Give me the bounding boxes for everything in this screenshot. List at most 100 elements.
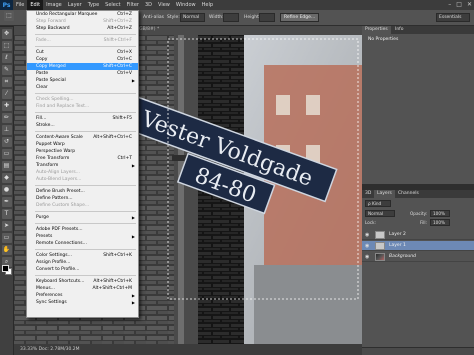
menu-item-shortcut: Alt+Shift+Ctrl+K (93, 279, 132, 284)
refine-edge-button[interactable]: Refine Edge... (280, 13, 320, 22)
shape-tool-icon[interactable]: ▭ (1, 233, 12, 243)
fill-input[interactable]: 100% (430, 219, 450, 226)
menu-item-define-brush-preset[interactable]: Define Brush Preset... (27, 188, 138, 195)
menu-item-undo-rectangular-marquee[interactable]: Undo Rectangular Marquee Ctrl+Z (27, 11, 138, 18)
menu-item-puppet-warp[interactable]: Puppet Warp (27, 141, 138, 148)
maximize-icon[interactable]: □ (456, 1, 462, 8)
menu-item-keyboard-shortcuts[interactable]: Keyboard Shortcuts... Alt+Shift+Ctrl+K (27, 278, 138, 285)
menu-separator (35, 185, 136, 186)
type-tool-icon[interactable]: T (1, 209, 12, 219)
menu-item-copy-merged[interactable]: Copy Merged Shift+Ctrl+C (27, 63, 138, 70)
menu-help[interactable]: Help (199, 0, 216, 10)
menu-item-presets[interactable]: Presets ▶ (27, 233, 138, 240)
gradient-tool-icon[interactable]: ▤ (1, 161, 12, 171)
layer-row[interactable]: ◉ Layer 2 (362, 230, 474, 240)
blend-mode-select[interactable]: Normal (365, 210, 395, 217)
menu-edit[interactable]: Edit (27, 0, 44, 10)
menu-item-color-settings[interactable]: Color Settings... Shift+Ctrl+K (27, 252, 138, 259)
height-input[interactable] (259, 13, 275, 22)
photoshop-logo[interactable]: Ps (0, 0, 13, 10)
menu-item-preferences[interactable]: Preferences ▶ (27, 292, 138, 299)
tab-channels[interactable]: Channels (395, 190, 422, 198)
dodge-tool-icon[interactable]: ● (1, 185, 12, 195)
menu-select[interactable]: Select (102, 0, 123, 10)
pen-tool-icon[interactable]: ✒ (1, 197, 12, 207)
menu-3d[interactable]: 3D (142, 0, 155, 10)
menu-item-menus[interactable]: Menus... Alt+Shift+Ctrl+M (27, 285, 138, 292)
hand-tool-icon[interactable]: ✋ (1, 245, 12, 255)
menu-item-paste[interactable]: Paste Ctrl+V (27, 70, 138, 77)
width-input[interactable] (223, 13, 239, 22)
menu-item-fade[interactable]: Fade... Shift+Ctrl+F (27, 37, 138, 44)
lasso-tool-icon[interactable]: ℓ (1, 53, 12, 63)
menu-item-free-transform[interactable]: Free Transform Ctrl+T (27, 155, 138, 162)
clone-stamp-tool-icon[interactable]: ⊥ (1, 125, 12, 135)
menu-item-content-aware-scale[interactable]: Content-Aware Scale Alt+Shift+Ctrl+C (27, 134, 138, 141)
menu-item-transform[interactable]: Transform ▶ (27, 162, 138, 169)
menu-item-find-and-replace-text[interactable]: Find and Replace Text... (27, 103, 138, 110)
move-tool-icon[interactable]: ✥ (1, 29, 12, 39)
style-select[interactable]: Normal (180, 13, 205, 22)
workspace-select[interactable]: Essentials (436, 13, 470, 22)
menu-file[interactable]: File (13, 0, 27, 10)
visibility-eye-icon[interactable]: ◉ (365, 254, 371, 260)
foreground-color-swatch[interactable] (2, 265, 9, 272)
menu-item-fill[interactable]: Fill... Shift+F5 (27, 115, 138, 122)
menu-item-label: Auto-Align Layers... (36, 170, 80, 175)
menu-item-label: Perspective Warp (36, 149, 76, 154)
menu-item-auto-align-layers[interactable]: Auto-Align Layers... (27, 169, 138, 176)
close-icon[interactable]: ✕ (467, 1, 472, 8)
menu-item-assign-profile[interactable]: Assign Profile... (27, 259, 138, 266)
menu-item-purge[interactable]: Purge ▶ (27, 214, 138, 221)
blur-tool-icon[interactable]: ◆ (1, 173, 12, 183)
menu-layer[interactable]: Layer (65, 0, 85, 10)
menu-item-adobe-pdf-presets[interactable]: Adobe PDF Presets... (27, 226, 138, 233)
menu-item-stroke[interactable]: Stroke... (27, 122, 138, 129)
tab-3d[interactable]: 3D (362, 190, 374, 198)
history-brush-tool-icon[interactable]: ↺ (1, 137, 12, 147)
menu-item-paste-special[interactable]: Paste Special ▶ (27, 77, 138, 84)
minimize-icon[interactable]: – (448, 1, 451, 8)
eraser-tool-icon[interactable]: ▭ (1, 149, 12, 159)
menu-type[interactable]: Type (85, 0, 102, 10)
marquee-tool-preset-icon[interactable]: ⬚ (4, 11, 14, 21)
menu-item-sync-settings[interactable]: Sync Settings ▶ (27, 299, 138, 306)
menu-item-perspective-warp[interactable]: Perspective Warp (27, 148, 138, 155)
opacity-input[interactable]: 100% (430, 210, 450, 217)
menu-item-auto-blend-layers[interactable]: Auto-Blend Layers... (27, 176, 138, 183)
menu-item-convert-to-profile[interactable]: Convert to Profile... (27, 266, 138, 273)
tab-properties[interactable]: Properties (362, 26, 391, 34)
menu-item-clear[interactable]: Clear (27, 84, 138, 91)
menu-image[interactable]: Image (43, 0, 65, 10)
menu-item-define-pattern[interactable]: Define Pattern... (27, 195, 138, 202)
marquee-tool-icon[interactable]: ⬚ (1, 41, 12, 51)
path-selection-tool-icon[interactable]: ➤ (1, 221, 12, 231)
menu-item-step-backward[interactable]: Step Backward Alt+Ctrl+Z (27, 25, 138, 32)
brush-tool-icon[interactable]: ✏ (1, 113, 12, 123)
menu-item-copy[interactable]: Copy Ctrl+C (27, 56, 138, 63)
menu-item-define-custom-shape[interactable]: Define Custom Shape... (27, 202, 138, 209)
visibility-eye-icon[interactable]: ◉ (365, 243, 371, 249)
crop-tool-icon[interactable]: ⌗ (1, 77, 12, 87)
menu-item-cut[interactable]: Cut Ctrl+X (27, 49, 138, 56)
menu-item-label: Remote Connections... (36, 241, 87, 246)
tab-layers[interactable]: Layers (374, 190, 395, 198)
menu-view[interactable]: View (155, 0, 173, 10)
menu-item-label: Fill... (36, 116, 47, 121)
menu-filter[interactable]: Filter (124, 0, 142, 10)
submenu-arrow-icon: ▶ (131, 163, 135, 168)
menu-item-remote-connections[interactable]: Remote Connections... (27, 240, 138, 247)
menu-item-label: Preferences (36, 293, 63, 298)
menu-item-step-forward[interactable]: Step Forward Shift+Ctrl+Z (27, 18, 138, 25)
menu-item-check-spelling[interactable]: Check Spelling... (27, 96, 138, 103)
menu-window[interactable]: Window (173, 0, 199, 10)
tab-info[interactable]: Info (392, 26, 407, 34)
layer-row[interactable]: ◉ Layer 1 (362, 241, 474, 251)
healing-brush-tool-icon[interactable]: ✚ (1, 101, 12, 111)
quick-select-tool-icon[interactable]: ✎ (1, 65, 12, 75)
layer-kind-filter[interactable]: ρ Kind (365, 200, 391, 207)
layer-row[interactable]: ◉ Background (362, 252, 474, 262)
eyedropper-tool-icon[interactable]: ⁄ (1, 89, 12, 99)
menu-item-shortcut: Alt+Shift+Ctrl+C (93, 135, 132, 140)
visibility-eye-icon[interactable]: ◉ (365, 232, 371, 238)
